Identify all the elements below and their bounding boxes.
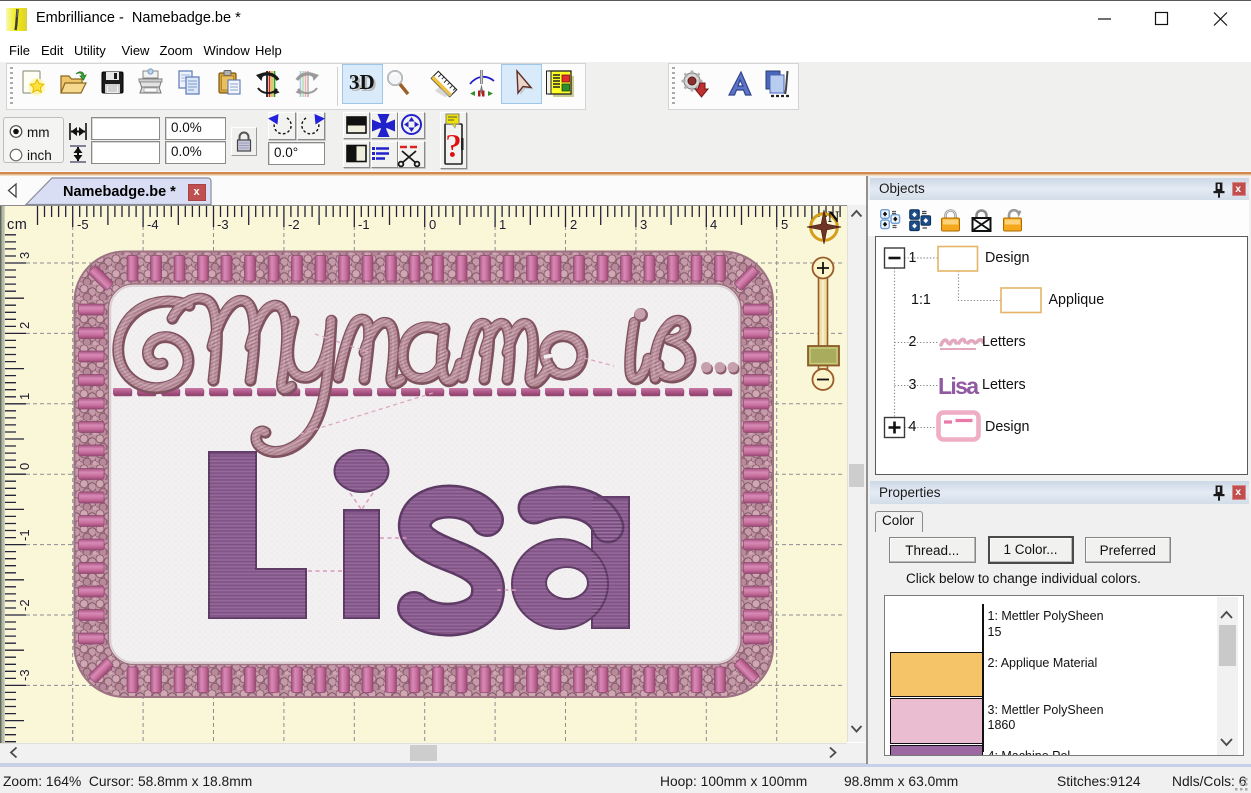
svg-text:2: 2 <box>570 217 577 232</box>
svg-text:-2: -2 <box>288 217 300 232</box>
svg-text:-3: -3 <box>217 217 229 232</box>
svg-text:1: 1 <box>499 217 506 232</box>
svg-text:3: 3 <box>17 252 32 259</box>
svg-text:4: 4 <box>710 217 717 232</box>
svg-text:N: N <box>828 209 840 226</box>
svg-text:3: 3 <box>640 217 647 232</box>
svg-text:cm: cm <box>7 217 27 233</box>
svg-text:2: 2 <box>17 322 32 329</box>
svg-text:0: 0 <box>429 217 436 232</box>
svg-text:-2: -2 <box>17 599 32 611</box>
svg-text:-3: -3 <box>17 669 32 681</box>
svg-text:Lisa: Lisa <box>938 373 979 399</box>
svg-text:-5: -5 <box>77 217 89 232</box>
svg-text:-1: -1 <box>17 529 32 541</box>
svg-text:0: 0 <box>17 463 32 470</box>
svg-text:1: 1 <box>17 393 32 400</box>
svg-text:-4: -4 <box>147 217 159 232</box>
svg-text:5: 5 <box>781 217 788 232</box>
svg-text:?: ? <box>445 128 462 165</box>
svg-text:-1: -1 <box>358 217 370 232</box>
